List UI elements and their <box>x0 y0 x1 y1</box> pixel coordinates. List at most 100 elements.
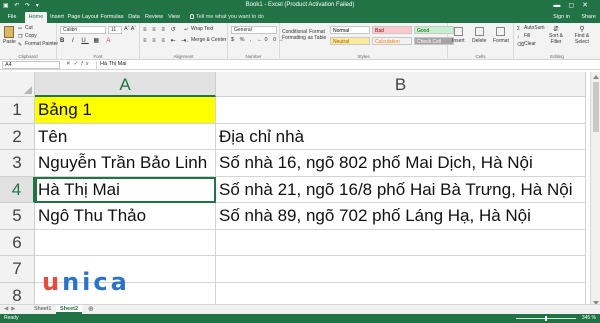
font-label: Font <box>93 54 103 59</box>
vertical-align-buttons[interactable]: ≡ ≡ ≡ ↺ <box>143 26 178 33</box>
cell-a5[interactable]: Ngô Thu Thảo <box>35 203 216 230</box>
cell-style-bad[interactable]: Bad <box>372 26 412 34</box>
clear-button[interactable]: ⌫Clear <box>517 41 536 48</box>
tab-view[interactable]: View <box>166 12 182 23</box>
delete-cells-button[interactable]: Delete <box>472 27 486 44</box>
tab-file[interactable]: File <box>4 12 20 23</box>
row-header-4[interactable]: 4 <box>0 176 35 203</box>
paste-label: Paste <box>3 39 16 45</box>
cell-b5[interactable]: Số nhà 89, ngõ 702 phố Láng Hạ, Hà Nội <box>216 203 586 230</box>
find-select-button[interactable]: ⚲ Find & Select <box>571 26 593 45</box>
editing-label: Editing <box>550 54 564 59</box>
formula-bar: A4 ✕✓fx Hà Thị Mai <box>0 60 600 70</box>
number-format-buttons[interactable]: $ % , ←0 0→ <box>231 37 286 43</box>
formula-bar-buttons[interactable]: ✕✓fx <box>66 61 92 67</box>
sheet-tab-sheet2[interactable]: Sheet2 <box>56 305 83 314</box>
lightbulb-icon <box>190 14 194 19</box>
zoom-slider-knob[interactable] <box>545 316 547 321</box>
row-header-2[interactable]: 2 <box>0 123 35 150</box>
copy-label: Copy <box>25 33 37 39</box>
column-header-b[interactable]: B <box>216 72 586 97</box>
tab-review[interactable]: Review <box>144 12 164 23</box>
fill-button[interactable]: ↓ Fill <box>517 33 530 40</box>
cell-b3[interactable]: Số nhà 16, ngõ 802 phố Mai Dịch, Hà Nội <box>216 150 586 177</box>
find-select-label: Find & Select <box>574 33 590 45</box>
cells-group: Insert Delete Format Cells <box>448 23 514 60</box>
add-sheet-icon[interactable]: ⊕ <box>88 305 94 314</box>
font-size-select[interactable]: 11 <box>108 26 122 34</box>
cells-label: Cells <box>475 54 486 59</box>
cell-b2[interactable]: Địa chỉ nhà <box>216 123 586 150</box>
cell-b1[interactable] <box>216 97 586 124</box>
sign-in-link[interactable]: Sign in <box>553 12 570 23</box>
cut-button[interactable]: ✂ Cut <box>18 25 33 32</box>
title-bar: ▣ ↶ ↷ ▾ Book1 - Excel (Product Activatio… <box>0 0 600 11</box>
insert-cells-button[interactable]: Insert <box>452 27 465 44</box>
cell-style-calculation[interactable]: Calculation <box>372 37 412 45</box>
format-painter-label: Format Painter <box>25 41 59 47</box>
cell-b6[interactable] <box>216 229 586 256</box>
vertical-scrollbar[interactable] <box>590 72 600 308</box>
cell-a3[interactable]: Nguyễn Trần Bảo Linh <box>35 150 216 177</box>
sheet-nav-arrows[interactable]: ◀▶ <box>4 306 18 312</box>
share-button[interactable]: Share <box>581 12 596 23</box>
sheet-tab-sheet1[interactable]: Sheet1 <box>30 305 55 314</box>
conditional-formatting-button[interactable]: Conditional Formatting <box>282 29 307 41</box>
row-header-5[interactable]: 5 <box>0 203 35 230</box>
number-group: General $ % , ←0 0→ Number <box>228 23 284 60</box>
wrap-text-button[interactable]: ↵ Wrap Text <box>184 26 213 33</box>
paste-icon <box>4 26 15 38</box>
column-header-a[interactable]: A <box>35 72 216 97</box>
delete-cells-icon <box>474 27 484 36</box>
window-title: Book1 - Excel (Product Activation Failed… <box>245 2 355 8</box>
cell-b4[interactable]: Số nhà 21, ngõ 16/8 phố Hai Bà Trưng, Hà… <box>216 176 586 203</box>
scroll-thumb[interactable] <box>593 82 599 132</box>
paintbrush-icon: ✎ <box>18 42 23 48</box>
tab-formulas[interactable]: Formulas <box>100 12 124 23</box>
cell-style-neutral[interactable]: Neutral <box>330 37 370 45</box>
font-style-buttons[interactable]: B I U ▦ A <box>60 37 113 44</box>
logo-letter-u: u <box>42 268 63 296</box>
cell-a2[interactable]: Tên <box>35 123 216 150</box>
editing-group: Σ AutoSum ↓ Fill ⌫Clear ⇵ Sort & Filter ⚲ Fi… <box>514 23 600 60</box>
sigma-icon: Σ <box>517 26 521 32</box>
clipboard-group: Paste ✂ Cut ❐ Copy ✎ Format Painter Clipboa… <box>0 23 58 60</box>
scroll-up-icon[interactable] <box>593 75 599 79</box>
tab-page-layout[interactable]: Page Layout <box>67 12 99 23</box>
font-grow-shrink[interactable]: Aˆ Aˇ <box>124 26 136 32</box>
number-format-select[interactable]: General <box>231 26 277 34</box>
row-header-1[interactable]: 1 <box>0 97 35 124</box>
select-all-button[interactable] <box>0 72 35 97</box>
tab-insert[interactable]: Insert <box>48 12 66 23</box>
row-header-3[interactable]: 3 <box>0 150 35 177</box>
font-name-select[interactable]: Calibri <box>60 26 106 34</box>
ribbon: Paste ✂ Cut ❐ Copy ✎ Format Painter Clipboa… <box>0 23 600 60</box>
merge-center-label: Merge & Center <box>191 37 227 43</box>
horizontal-align-buttons[interactable]: ≡ ≡ ≡ ⇤ ⇥ <box>143 37 188 44</box>
tell-me-search[interactable]: Tell me what you want to do <box>190 12 264 23</box>
formula-input[interactable]: Hà Thị Mai <box>96 61 598 69</box>
tab-home[interactable]: Home <box>25 12 47 23</box>
alignment-label: Alignment <box>173 54 194 59</box>
row-header-7[interactable]: 7 <box>0 256 35 283</box>
format-painter-button[interactable]: ✎ Format Painter <box>18 41 58 48</box>
tell-me-text: Tell me what you want to do <box>196 14 264 20</box>
merge-center-button[interactable]: ↔ Merge & Center <box>184 37 226 44</box>
format-cells-button[interactable]: Format <box>493 27 509 44</box>
cell-a4[interactable]: Hà Thị Mai <box>35 176 216 203</box>
tab-data[interactable]: Data <box>126 12 142 23</box>
name-box[interactable]: A4 <box>2 61 60 69</box>
cell-a6[interactable] <box>35 229 216 256</box>
cell-b7[interactable] <box>216 256 586 283</box>
row-header-6[interactable]: 6 <box>0 229 35 256</box>
copy-button[interactable]: ❐ Copy <box>18 33 37 40</box>
paste-button[interactable]: Paste <box>3 26 16 45</box>
window-controls[interactable]: ▬◻✕ <box>553 1 596 9</box>
format-as-table-button[interactable]: Format as Table <box>307 29 327 41</box>
cell-a1[interactable]: Bảng 1 <box>35 97 216 124</box>
autosum-button[interactable]: Σ AutoSum <box>517 25 545 32</box>
alignment-group: ≡ ≡ ≡ ↺ ≡ ≡ ≡ ⇤ ⇥ ↵ Wrap Text ↔ Merge & Ce… <box>140 23 228 60</box>
sort-filter-button[interactable]: ⇵ Sort & Filter <box>547 26 565 45</box>
cell-style-normal[interactable]: Normal <box>330 26 370 34</box>
logo-letters: nica <box>62 268 130 296</box>
